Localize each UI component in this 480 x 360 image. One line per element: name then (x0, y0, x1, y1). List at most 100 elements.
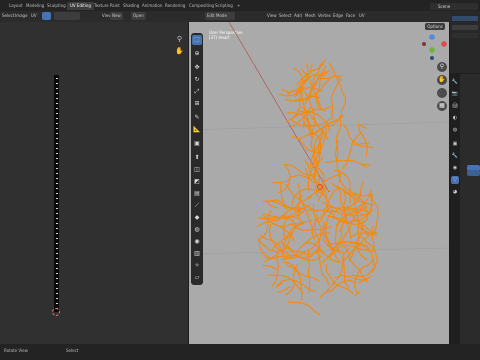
move-icon[interactable]: ✥ (192, 63, 202, 73)
uv-sync-toggle[interactable] (42, 12, 51, 20)
vp-menu-uv[interactable]: UV (357, 12, 367, 20)
uv-edge (55, 98, 58, 99)
uv-edge (55, 233, 58, 234)
data-props-icon[interactable]: ▽ (451, 176, 459, 184)
workspace-bar: Layout Modeling Sculpting UV Editing Tex… (0, 0, 480, 11)
vp-menu-edge[interactable]: Edge (331, 12, 345, 20)
scale-icon[interactable]: ⤢ (192, 87, 202, 97)
rotate-icon[interactable]: ↻ (192, 75, 202, 85)
navigation-gizmo[interactable] (420, 32, 450, 62)
new-image-button[interactable]: New (110, 12, 123, 20)
uv-edge (55, 88, 58, 89)
tab-scripting[interactable]: Scripting (212, 2, 236, 10)
loop-cut-icon[interactable]: ▤ (192, 189, 202, 199)
3d-viewport[interactable]: User Perspective (37) Heart (189, 22, 449, 344)
uv-edge (55, 168, 58, 169)
outliner[interactable] (450, 11, 480, 73)
bevel-icon[interactable]: ◩ (192, 177, 202, 187)
world-props-icon[interactable]: ◍ (451, 126, 459, 134)
uv-edge (55, 133, 58, 134)
uv-edge (55, 268, 58, 269)
add-workspace-button[interactable]: + (234, 2, 243, 10)
options-button[interactable]: Options (425, 23, 445, 30)
uv-edge (55, 123, 58, 124)
modifier-props-icon[interactable]: 🔧 (451, 152, 459, 160)
uv-edge (55, 283, 58, 284)
uv-edge (55, 223, 58, 224)
uv-select-mode[interactable] (54, 12, 80, 20)
physics-props-icon[interactable]: ◉ (451, 164, 459, 172)
object-props-icon[interactable]: ▣ (451, 140, 459, 148)
uv-edge (55, 158, 58, 159)
tool-props-icon[interactable]: 🔧 (451, 78, 459, 86)
material-props-icon[interactable]: ◕ (451, 188, 459, 196)
mode-selector[interactable]: Edit Mode (205, 12, 235, 20)
scene-selector[interactable]: Scene (430, 3, 478, 10)
annotate-icon[interactable]: ✎ (192, 113, 202, 123)
perspective-toggle-icon[interactable]: ▦ (437, 101, 447, 111)
uv-editor[interactable]: ⚲ ✋ (0, 22, 188, 344)
output-props-icon[interactable]: 🖨 (451, 102, 459, 110)
scene-props-icon[interactable]: ◐ (451, 114, 459, 122)
uv-edge (55, 303, 58, 304)
uv-edge (55, 238, 58, 239)
poly-build-icon[interactable]: ◆ (192, 213, 202, 223)
uv-edge (55, 138, 58, 139)
uv-edge (55, 83, 58, 84)
outliner-row[interactable] (452, 16, 478, 21)
measure-icon[interactable]: 📐 (192, 125, 202, 135)
uv-cursor-icon (52, 308, 60, 316)
pan-view-icon[interactable]: ✋ (437, 75, 447, 85)
camera-view-icon[interactable]: 🎥 (437, 88, 447, 98)
cursor-icon[interactable]: ⊕ (192, 49, 202, 59)
spin-icon[interactable]: ◍ (192, 225, 202, 235)
uv-edge (55, 198, 58, 199)
edge-slide-icon[interactable]: ▥ (192, 249, 202, 259)
viewport-header: Edit Mode View Select Add Mesh Vertex Ed… (189, 11, 449, 22)
extrude-icon[interactable]: ⬆ (192, 153, 202, 163)
uv-edge (55, 248, 58, 249)
uv-edge (55, 118, 58, 119)
knife-icon[interactable]: ⟋ (192, 201, 202, 211)
uv-image-menu[interactable]: Image (13, 12, 30, 20)
render-props-icon[interactable]: 📷 (451, 90, 459, 98)
uv-edge (55, 293, 58, 294)
uv-edge (55, 143, 58, 144)
tab-uv-editing[interactable]: UV Editing (67, 2, 94, 10)
properties-tabs: 🔧 📷 🖨 ◐ ◍ ▣ 🔧 ◉ ▽ ◕ (450, 74, 460, 344)
vp-menu-add[interactable]: Add (292, 12, 304, 20)
shear-icon[interactable]: ▱ (192, 273, 202, 283)
uv-edge (55, 258, 58, 259)
tab-rendering[interactable]: Rendering (162, 2, 188, 10)
open-image-button[interactable]: Open (131, 12, 146, 20)
uv-edge (55, 228, 58, 229)
transform-icon[interactable]: ⊞ (192, 99, 202, 109)
uv-edge (55, 243, 58, 244)
uv-edge (55, 183, 58, 184)
outliner-row[interactable] (452, 33, 478, 38)
uv-menu[interactable]: UV (29, 12, 39, 20)
uv-edge (55, 153, 58, 154)
tab-texture-paint[interactable]: Texture Paint (91, 2, 123, 10)
heart-wireframe (189, 22, 449, 316)
tool-shelf: ⬚ ⊕ ✥ ↻ ⤢ ⊞ ✎ 📐 ▣ ⬆ ◫ ◩ ▤ ⟋ ◆ ◍ ◉ ▥ ✧ ▱ (191, 33, 203, 285)
uv-edge (55, 203, 58, 204)
add-cube-icon[interactable]: ▣ (192, 139, 202, 149)
uv-edge (55, 93, 58, 94)
hand-icon[interactable]: ✋ (175, 47, 184, 56)
tab-sculpting[interactable]: Sculpting (44, 2, 69, 10)
zoom-icon[interactable]: ⚲ (175, 35, 184, 44)
outliner-row[interactable] (452, 25, 478, 30)
active-uv-map[interactable] (467, 170, 480, 176)
uv-edge (55, 213, 58, 214)
uv-edge (55, 78, 58, 79)
shrink-icon[interactable]: ✧ (192, 261, 202, 271)
vp-menu-face[interactable]: Face (344, 12, 357, 20)
inset-icon[interactable]: ◫ (192, 165, 202, 175)
smooth-icon[interactable]: ◉ (192, 237, 202, 247)
vp-menu-select[interactable]: Select (277, 12, 293, 20)
uv-edge (55, 148, 58, 149)
select-box-icon[interactable]: ⬚ (192, 35, 202, 45)
uv-edge (55, 298, 58, 299)
zoom-view-icon[interactable]: ⚲ (437, 62, 447, 72)
